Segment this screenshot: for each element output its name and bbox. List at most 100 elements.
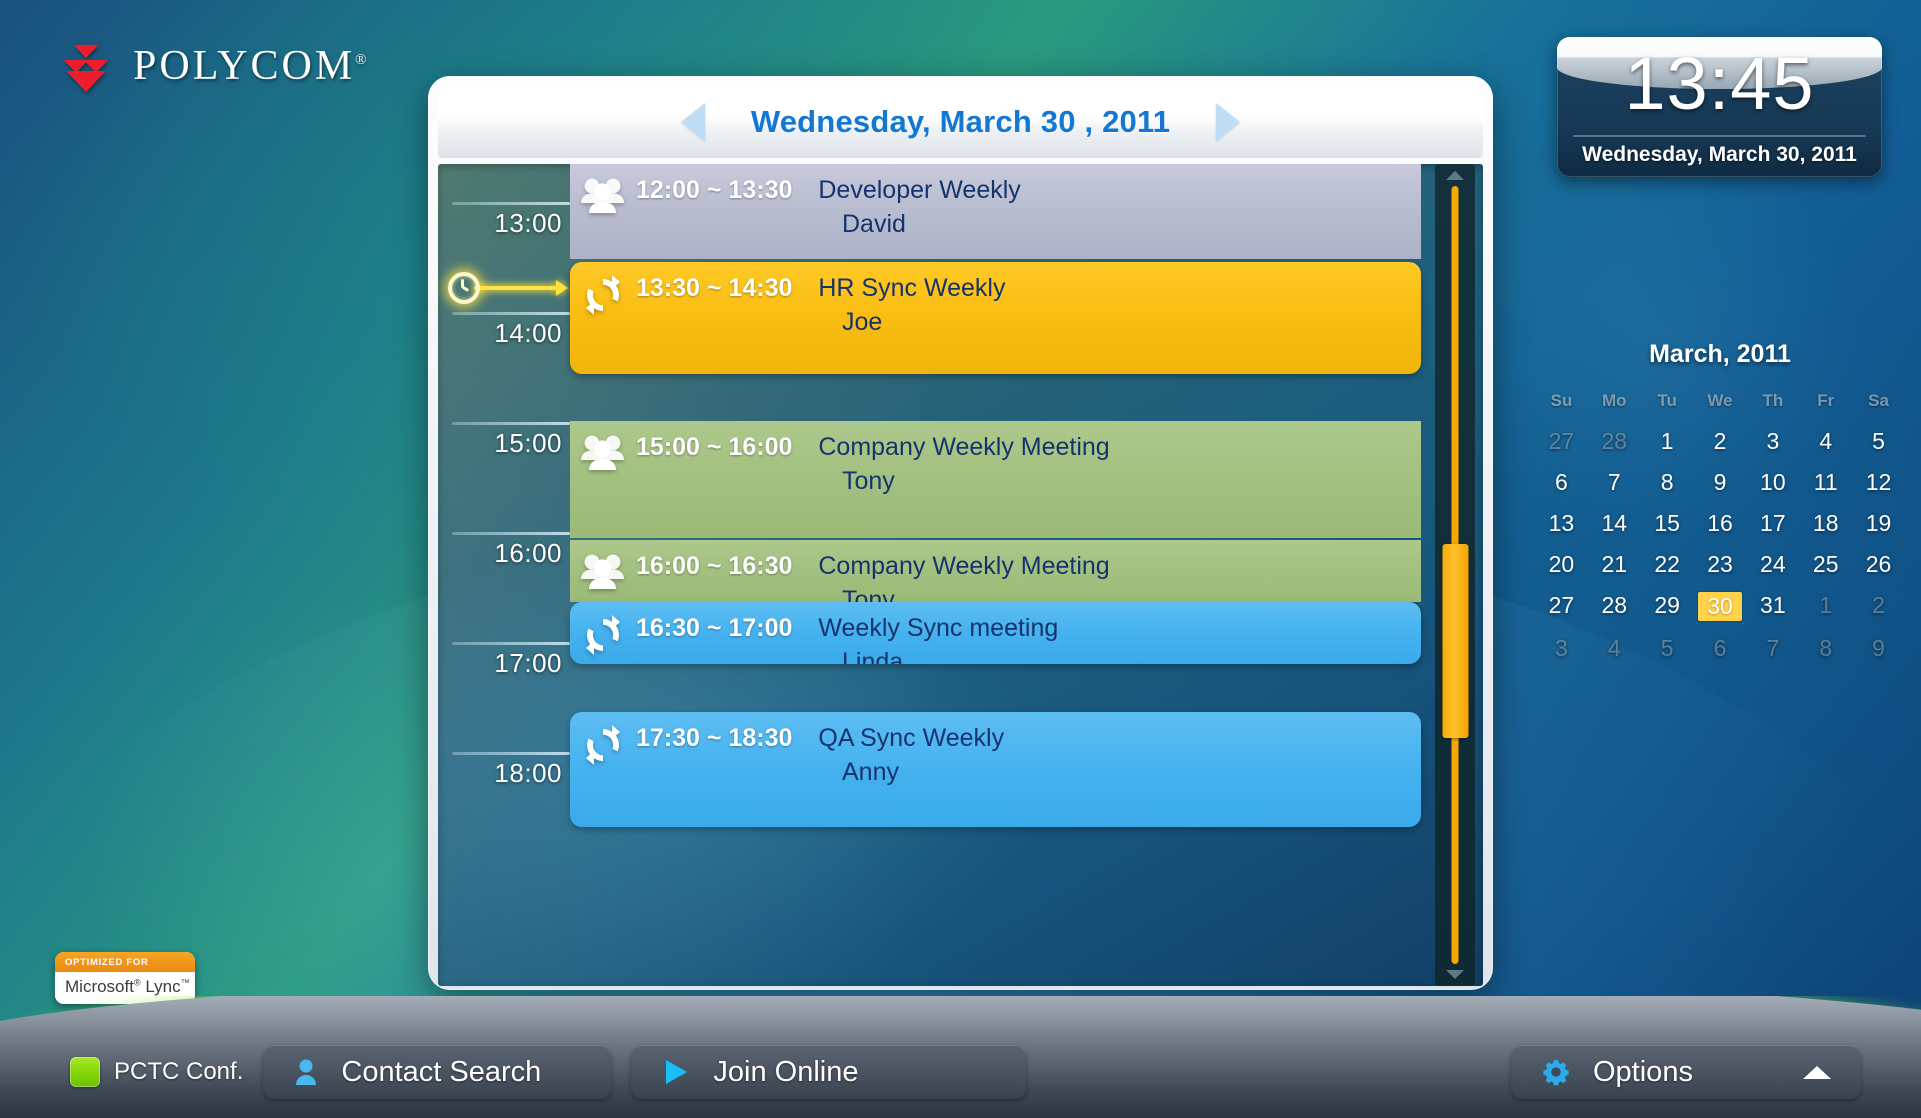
status-indicator-group: PCTC Conf.	[70, 1057, 243, 1087]
calendar-day[interactable]: 28	[1588, 425, 1641, 458]
mini-calendar-grid: Su Mo Tu We Th Fr Sa 27 28 1 2 3 4 5 6 7 8 9 10 11 12 13 14 15 1…	[1535, 391, 1905, 665]
calendar-event[interactable]: 16:00 ~ 16:30 Company Weekly Meeting Tony	[570, 540, 1421, 602]
calendar-day[interactable]: 9	[1852, 632, 1905, 665]
presence-status-swatch	[70, 1057, 100, 1087]
calendar-day-number: 28	[1601, 592, 1628, 618]
calendar-day[interactable]: 20	[1535, 548, 1588, 581]
event-time: 17:30 ~ 18:30	[636, 724, 793, 752]
calendar-day[interactable]: 25	[1799, 548, 1852, 581]
event-header-row: 15:00 ~ 16:00 Company Weekly Meeting	[636, 433, 1421, 462]
event-list: 12:00 ~ 13:30 Developer Weekly David 13:30 …	[570, 164, 1421, 986]
calendar-day[interactable]: 8	[1799, 632, 1852, 665]
calendar-event[interactable]: 13:30 ~ 14:30 HR Sync Weekly Joe	[570, 262, 1421, 374]
next-day-button[interactable]	[1216, 103, 1241, 141]
time-tick-line	[452, 642, 570, 645]
calendar-day[interactable]: 18	[1799, 507, 1852, 540]
calendar-day-number: 29	[1654, 592, 1680, 618]
calendar-day[interactable]: 13	[1535, 507, 1588, 540]
calendar-day-number: 30	[1698, 592, 1742, 621]
calendar-day[interactable]: 19	[1852, 507, 1905, 540]
agenda-scrollbar[interactable]	[1435, 164, 1475, 986]
calendar-day[interactable]: 26	[1852, 548, 1905, 581]
calendar-day[interactable]: 4	[1588, 632, 1641, 665]
calendar-date-title: Wednesday, March 30 , 2011	[750, 104, 1171, 139]
chevron-up-icon	[1803, 1065, 1831, 1079]
scrollbar-track[interactable]	[1442, 186, 1468, 964]
event-header-row: 16:00 ~ 16:30 Company Weekly Meeting	[636, 552, 1421, 581]
calendar-day-number: 5	[1872, 428, 1885, 454]
options-button[interactable]: Options	[1511, 1045, 1861, 1099]
calendar-day-number: 3	[1555, 635, 1568, 661]
calendar-day-number: 7	[1607, 469, 1621, 495]
calendar-day[interactable]: 4	[1799, 425, 1852, 458]
calendar-day[interactable]: 14	[1588, 507, 1641, 540]
calendar-day[interactable]: 21	[1588, 548, 1641, 581]
calendar-day[interactable]: 5	[1641, 632, 1694, 665]
time-tick-line	[452, 422, 570, 425]
scroll-down-arrow-icon[interactable]	[1446, 970, 1464, 979]
calendar-day[interactable]: 24	[1746, 548, 1799, 581]
calendar-day-number: 1	[1819, 592, 1833, 618]
calendar-day[interactable]: 11	[1799, 466, 1852, 499]
calendar-day[interactable]: 6	[1694, 632, 1747, 665]
calendar-day-number: 3	[1766, 428, 1780, 454]
calendar-event[interactable]: 15:00 ~ 16:00 Company Weekly Meeting Tony	[570, 421, 1421, 538]
calendar-day[interactable]: 29	[1641, 589, 1694, 624]
calendar-day[interactable]: 1	[1641, 425, 1694, 458]
calendar-day-number: 28	[1601, 428, 1628, 454]
event-details: 16:30 ~ 17:00 Weekly Sync meeting Linda	[636, 602, 1421, 664]
gear-icon	[1543, 1059, 1569, 1086]
scroll-up-arrow-icon[interactable]	[1446, 171, 1464, 180]
time-tick: 15:00	[452, 422, 570, 459]
calendar-day[interactable]: 7	[1588, 466, 1641, 499]
calendar-day[interactable]: 5	[1852, 425, 1905, 458]
calendar-day-number: 4	[1819, 428, 1833, 454]
clock-divider	[1573, 135, 1866, 137]
event-time: 13:30 ~ 14:30	[636, 274, 793, 302]
contact-search-button[interactable]: Contact Search	[263, 1045, 612, 1099]
calendar-day[interactable]: 22	[1641, 548, 1694, 581]
current-time-marker	[446, 271, 568, 305]
previous-day-button[interactable]	[680, 103, 705, 141]
mini-calendar: March, 2011 Su Mo Tu We Th Fr Sa 27 28 1 2 3 4 5 6 7 8 9 1…	[1535, 340, 1905, 665]
calendar-day[interactable]: 2	[1852, 589, 1905, 624]
calendar-day[interactable]: 7	[1746, 632, 1799, 665]
calendar-event[interactable]: 16:30 ~ 17:00 Weekly Sync meeting Linda	[570, 602, 1421, 664]
scrollbar-thumb[interactable]	[1442, 543, 1468, 739]
join-online-button[interactable]: Join Online	[631, 1045, 1027, 1099]
calendar-day[interactable]: 17	[1746, 507, 1799, 540]
calendar-day-number: 21	[1601, 551, 1628, 577]
calendar-day-header: Mo	[1602, 391, 1627, 410]
calendar-day[interactable]: 3	[1535, 632, 1588, 665]
event-header-row: 17:30 ~ 18:30 QA Sync Weekly	[636, 724, 1421, 753]
calendar-day[interactable]: 27	[1535, 589, 1588, 624]
calendar-day[interactable]: 8	[1641, 466, 1694, 499]
calendar-day[interactable]: 6	[1535, 466, 1588, 499]
time-tick-label: 18:00	[494, 758, 562, 788]
calendar-day-number: 2	[1713, 428, 1727, 454]
calendar-day[interactable]: 16	[1694, 507, 1747, 540]
calendar-day[interactable]: 2	[1694, 425, 1747, 458]
calendar-day-number: 17	[1760, 510, 1786, 536]
calendar-day[interactable]: 28	[1588, 589, 1641, 624]
calendar-day[interactable]: 12	[1852, 466, 1905, 499]
calendar-day[interactable]: 10	[1746, 466, 1799, 499]
calendar-day[interactable]: 9	[1694, 466, 1747, 499]
calendar-day-number: 12	[1865, 469, 1892, 495]
calendar-event[interactable]: 12:00 ~ 13:30 Developer Weekly David	[570, 164, 1421, 259]
calendar-panel: Wednesday, March 30 , 2011 13:00 14:00 15:…	[428, 76, 1493, 990]
calendar-day[interactable]: 3	[1746, 425, 1799, 458]
event-time: 12:00 ~ 13:30	[636, 176, 793, 204]
calendar-day[interactable]: 23	[1694, 548, 1747, 581]
calendar-day[interactable]: 31	[1746, 589, 1799, 624]
join-online-label: Join Online	[713, 1055, 859, 1088]
calendar-day-today[interactable]: 30	[1694, 589, 1747, 624]
event-details: 15:00 ~ 16:00 Company Weekly Meeting Tony	[636, 421, 1421, 496]
calendar-day[interactable]: 27	[1535, 425, 1588, 458]
time-ruler: 13:00 14:00 15:00 16:00 17:00 18:00	[438, 164, 570, 986]
calendar-event[interactable]: 17:30 ~ 18:30 QA Sync Weekly Anny	[570, 712, 1421, 827]
calendar-day[interactable]: 15	[1641, 507, 1694, 540]
time-tick: 18:00	[452, 752, 570, 789]
calendar-day[interactable]: 1	[1799, 589, 1852, 624]
event-details: 17:30 ~ 18:30 QA Sync Weekly Anny	[636, 712, 1421, 787]
